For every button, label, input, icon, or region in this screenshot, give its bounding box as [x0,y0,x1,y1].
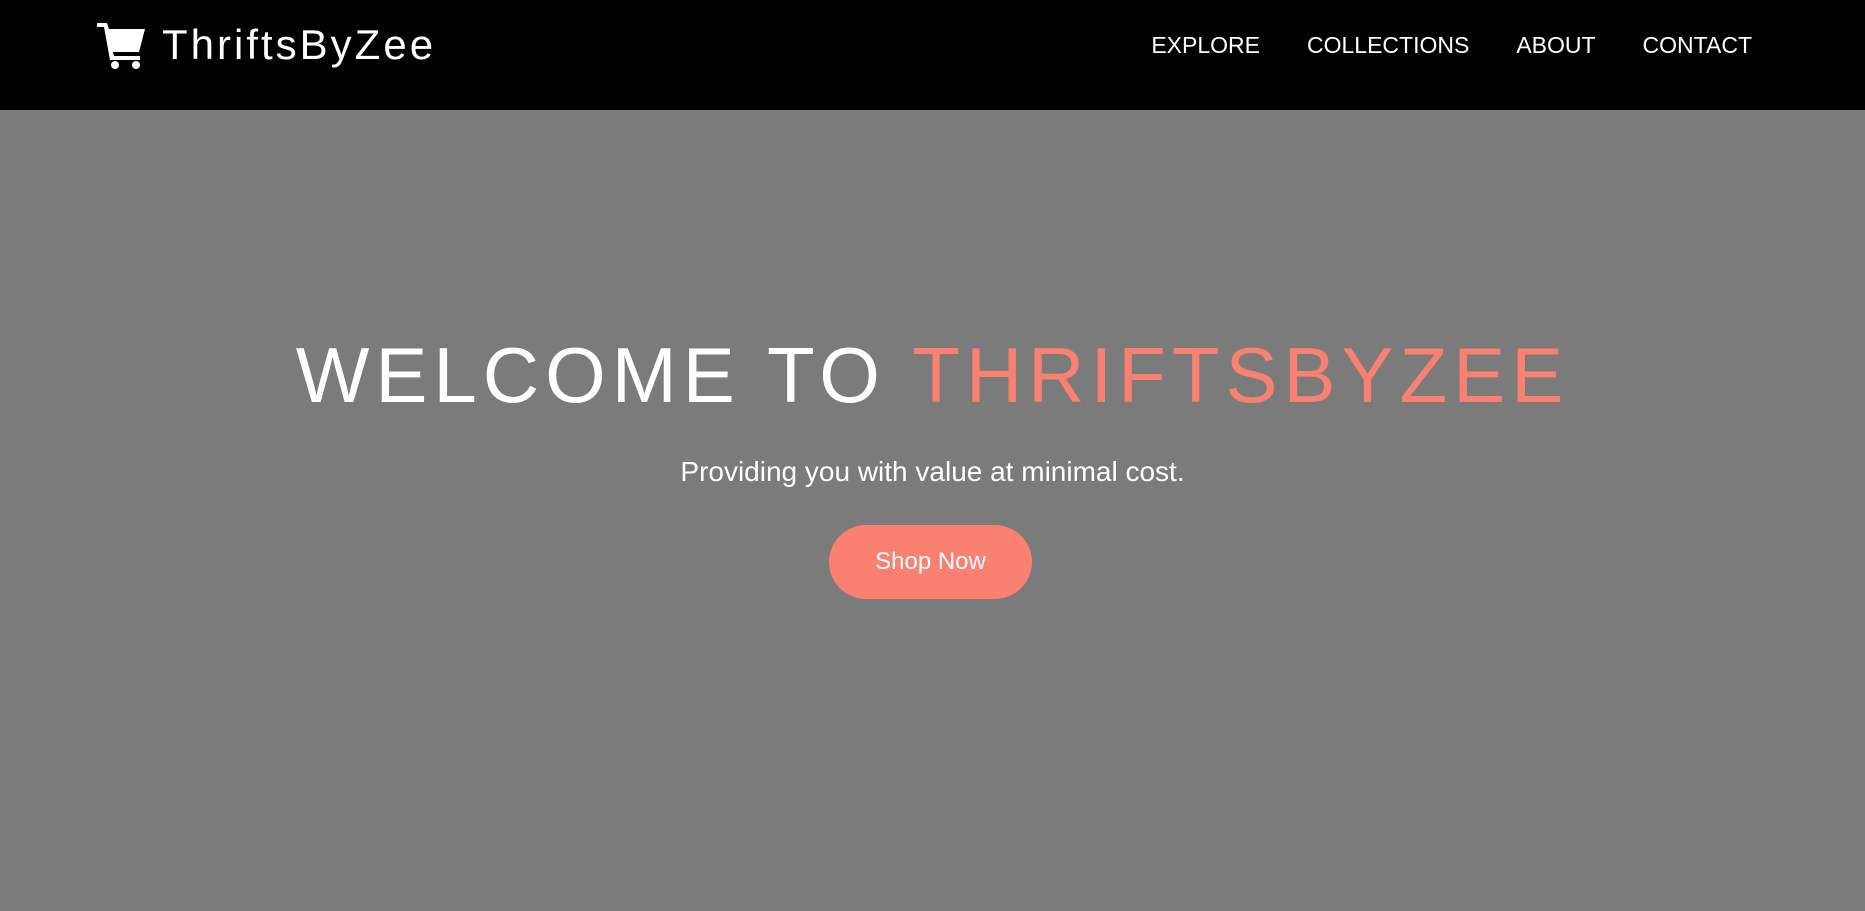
nav-links: EXPLORE COLLECTIONS ABOUT CONTACT [1151,30,1752,60]
brand-name: ThriftsByZee [162,21,437,68]
nav-link-contact[interactable]: CONTACT [1643,32,1752,58]
nav-link-explore[interactable]: EXPLORE [1151,32,1260,58]
hero-title: WELCOME TO THRIFTSBYZEE [0,330,1865,420]
hero-section: WELCOME TO THRIFTSBYZEE Providing you wi… [0,110,1865,911]
nav-link-collections[interactable]: COLLECTIONS [1307,32,1469,58]
shop-now-button[interactable]: Shop Now [829,525,1032,599]
hero-title-prefix: WELCOME TO [295,331,886,419]
brand-logo[interactable]: ThriftsByZee [97,20,436,70]
hero-subtitle: Providing you with value at minimal cost… [680,456,1185,487]
nav-link-about[interactable]: ABOUT [1516,32,1595,58]
navbar: ThriftsByZee EXPLORE COLLECTIONS ABOUT C… [0,0,1865,110]
hero-title-accent: THRIFTSBYZEE [912,331,1570,419]
shopping-cart-icon [97,23,145,69]
